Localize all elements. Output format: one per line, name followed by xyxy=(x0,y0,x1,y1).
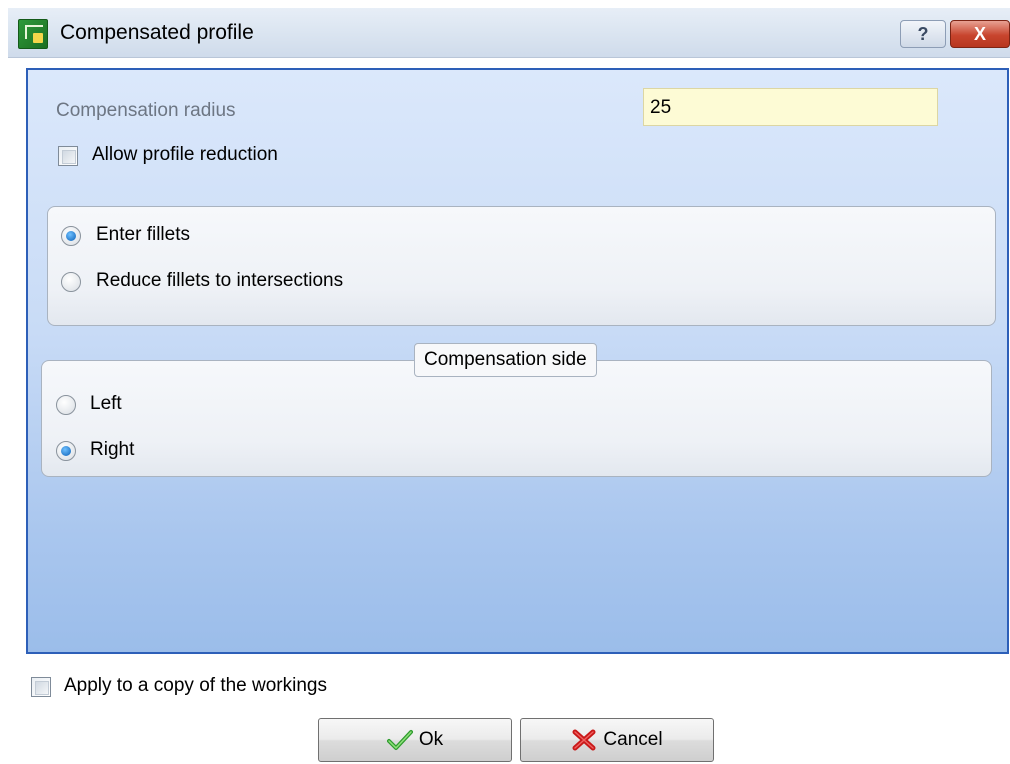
title-bar[interactable]: Compensated profile ? X xyxy=(8,8,1010,58)
compensated-profile-dialog: Compensated profile ? X Compensation rad… xyxy=(0,0,1010,764)
radio-left[interactable] xyxy=(56,395,76,415)
checkmark-icon xyxy=(386,730,413,750)
right-label: Right xyxy=(90,439,135,460)
apply-copy-label: Apply to a copy of the workings xyxy=(64,675,327,696)
ok-button[interactable]: Ok xyxy=(318,718,512,762)
radio-reduce-fillets[interactable] xyxy=(61,272,81,292)
reduce-fillets-label: Reduce fillets to intersections xyxy=(96,270,344,291)
cancel-label: Cancel xyxy=(603,729,663,750)
red-x-icon xyxy=(572,729,596,751)
radio-right[interactable] xyxy=(56,441,76,461)
window-title: Compensated profile xyxy=(60,21,254,44)
enter-fillets-label: Enter fillets xyxy=(96,224,190,245)
help-icon: ? xyxy=(917,23,929,44)
radio-enter-fillets[interactable] xyxy=(61,226,81,246)
cancel-button[interactable]: Cancel xyxy=(520,718,714,762)
app-icon xyxy=(18,19,48,49)
left-label: Left xyxy=(90,393,122,414)
compensation-radius-label: Compensation radius xyxy=(56,100,236,121)
allow-profile-reduction-label: Allow profile reduction xyxy=(92,144,278,165)
compensation-radius-input[interactable] xyxy=(643,88,938,126)
compensation-side-legend: Compensation side xyxy=(414,343,597,377)
help-button[interactable]: ? xyxy=(900,20,946,48)
allow-profile-reduction-checkbox[interactable] xyxy=(58,146,78,166)
compensation-side-group xyxy=(41,360,992,477)
ok-label: Ok xyxy=(418,729,444,750)
close-button[interactable]: X xyxy=(950,20,1010,48)
close-icon: X xyxy=(973,23,986,44)
apply-copy-checkbox[interactable] xyxy=(31,677,51,697)
